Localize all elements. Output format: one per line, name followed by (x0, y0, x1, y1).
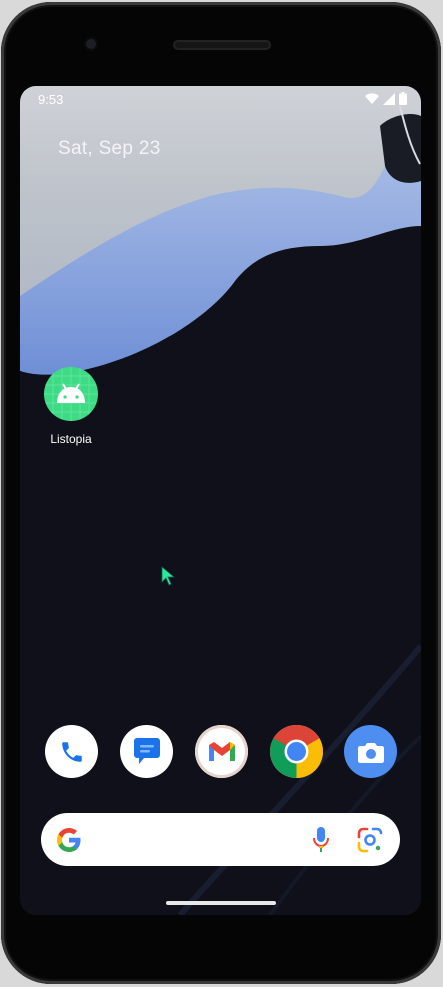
wallpaper (20, 105, 421, 915)
chrome-icon (270, 725, 323, 778)
wifi-icon (365, 92, 379, 104)
phone-app-icon[interactable] (45, 725, 98, 778)
earpiece-speaker (173, 40, 271, 50)
listopia-app-icon[interactable] (44, 367, 98, 421)
status-icons (365, 92, 407, 105)
google-g-icon[interactable] (56, 827, 82, 853)
camera-app-icon[interactable] (344, 725, 397, 778)
battery-icon (399, 92, 407, 105)
android-app-icon (44, 367, 98, 421)
date-widget[interactable]: Sat, Sep 23 (58, 138, 161, 160)
front-camera (84, 37, 98, 51)
phone-frame: 9:53 Sat, Sep 23 Listopia (1, 2, 441, 984)
microphone-icon[interactable] (312, 826, 330, 854)
messages-icon (133, 737, 160, 764)
home-screen: 9:53 Sat, Sep 23 Listopia (20, 86, 421, 915)
cellular-signal-icon (383, 92, 395, 105)
home-gesture-bar[interactable] (166, 901, 276, 905)
mouse-cursor-icon (161, 566, 175, 586)
google-lens-icon[interactable] (357, 827, 383, 853)
gmail-icon (208, 741, 235, 761)
chrome-app-icon[interactable] (270, 725, 323, 778)
google-search-bar[interactable] (41, 813, 400, 866)
phone-icon (61, 741, 82, 762)
status-time: 9:53 (38, 92, 64, 107)
listopia-app-label[interactable]: Listopia (34, 432, 108, 446)
gmail-app-icon[interactable] (195, 725, 248, 778)
messages-app-icon[interactable] (120, 725, 173, 778)
camera-icon (357, 742, 384, 763)
